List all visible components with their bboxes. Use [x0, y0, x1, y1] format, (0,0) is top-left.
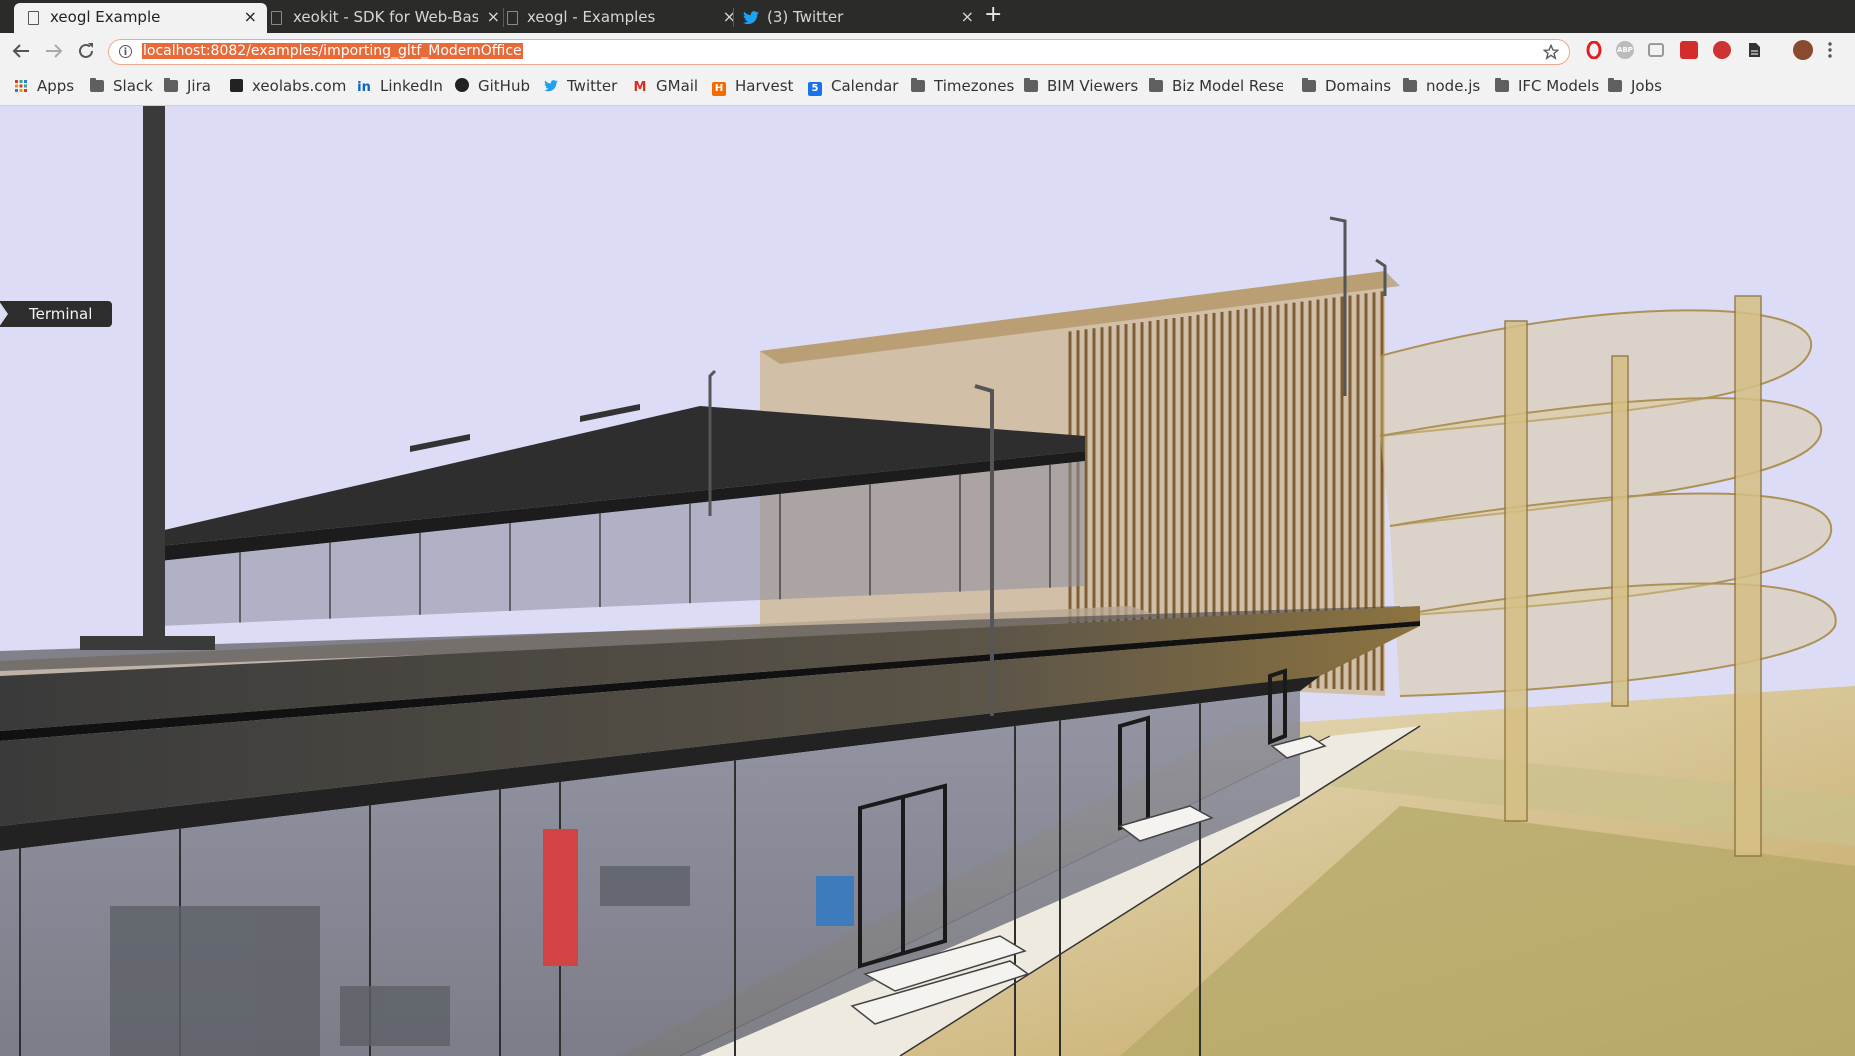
bookmark-github[interactable]: GitHub — [455, 77, 530, 95]
bookmark-biz-model-research[interactable]: Biz Model Resea — [1149, 77, 1283, 95]
page-icon — [271, 11, 282, 25]
new-tab-button[interactable]: + — [984, 2, 1002, 27]
calendar-icon: 5 — [808, 82, 822, 96]
forward-arrow-icon[interactable] — [45, 43, 63, 59]
bookmark-label: Jobs — [1631, 77, 1662, 95]
bookmark-timezones[interactable]: Timezones — [911, 77, 1014, 95]
back-arrow-icon[interactable] — [12, 43, 30, 59]
bookmark-label: xeolabs.com — [252, 77, 347, 95]
page-icon — [507, 11, 518, 25]
tab-twitter[interactable]: (3) Twitter × — [731, 3, 984, 33]
bookmark-label: Biz Model Resea — [1172, 77, 1283, 95]
bookmark-jira[interactable]: Jira — [164, 77, 211, 95]
linkedin-icon: in — [357, 80, 371, 95]
bookmark-calendar[interactable]: 5 Calendar — [808, 77, 898, 96]
image-icon[interactable] — [1648, 43, 1664, 57]
tab-title: (3) Twitter — [767, 8, 844, 26]
3d-viewer-canvas[interactable]: Terminal — [0, 106, 1855, 1056]
gmail-icon: M — [633, 80, 647, 95]
bookmark-label: Harvest — [735, 77, 794, 95]
bookmark-label: Slack — [113, 77, 153, 95]
url-text[interactable]: localhost:8082/examples/importing_gltf_M… — [142, 43, 523, 59]
bookmark-label: GitHub — [478, 77, 530, 95]
bookmark-domains[interactable]: Domains — [1302, 77, 1391, 95]
bookmark-label: Jira — [187, 77, 211, 95]
adblock-icon[interactable]: ABP — [1616, 41, 1634, 59]
bookmarks-bar: Apps Slack Jira xeolabs.com in LinkedIn G… — [0, 73, 1855, 101]
bookmark-label: BIM Viewers — [1047, 77, 1139, 95]
tab-xeogl-examples[interactable]: xeogl - Examples × — [493, 3, 746, 33]
bookmark-harvest[interactable]: H Harvest — [712, 77, 793, 96]
bookmark-twitter[interactable]: Twitter — [544, 77, 617, 95]
tab-xeogl-example[interactable]: xeogl Example × — [14, 3, 267, 33]
document-icon[interactable] — [1745, 41, 1763, 59]
tab-title: xeogl - Examples — [527, 8, 656, 26]
browser-tab-strip: xeogl Example × xeokit - SDK for Web-Bas… — [0, 0, 1855, 33]
bookmark-label: Apps — [37, 77, 75, 95]
bookmark-label: Timezones — [934, 77, 1015, 95]
office-building-scene — [0, 106, 1855, 1056]
folder-icon — [1302, 78, 1316, 92]
bookmark-star-icon[interactable] — [1543, 44, 1559, 60]
terminal-button[interactable]: Terminal — [0, 301, 112, 327]
github-icon — [455, 78, 469, 92]
menu-kebab-icon[interactable] — [1826, 41, 1834, 59]
folder-icon — [1608, 78, 1622, 92]
bookmark-xeolabs[interactable]: xeolabs.com — [230, 77, 346, 95]
tab-xeokit-sdk[interactable]: xeokit - SDK for Web-Based × — [257, 3, 510, 33]
folder-icon — [1149, 78, 1163, 92]
folder-icon — [1403, 78, 1417, 92]
reload-icon[interactable] — [77, 42, 95, 60]
xeolabs-icon — [230, 79, 243, 92]
bookmark-ifc-models[interactable]: IFC Models — [1495, 77, 1599, 95]
browser-toolbar: i localhost:8082/examples/importing_gltf… — [0, 33, 1855, 106]
address-bar[interactable]: i localhost:8082/examples/importing_gltf… — [108, 39, 1570, 65]
bookmark-label: LinkedIn — [380, 77, 443, 95]
extension-red-icon[interactable] — [1680, 41, 1698, 59]
bookmark-label: IFC Models — [1518, 77, 1600, 95]
close-tab-icon[interactable]: × — [244, 7, 257, 26]
tab-title: xeogl Example — [50, 8, 161, 26]
folder-icon — [90, 78, 104, 92]
bookmark-jobs[interactable]: Jobs — [1608, 77, 1662, 95]
folder-icon — [1024, 78, 1038, 92]
bookmark-label: Domains — [1325, 77, 1392, 95]
bookmark-apps[interactable]: Apps — [14, 77, 74, 95]
bookmark-label: Calendar — [831, 77, 899, 95]
folder-icon — [1495, 78, 1509, 92]
close-tab-icon[interactable]: × — [961, 7, 974, 26]
twitter-icon — [743, 11, 759, 25]
extension-globe-icon[interactable] — [1713, 41, 1731, 59]
bookmark-linkedin[interactable]: in LinkedIn — [357, 77, 443, 95]
bookmark-nodejs[interactable]: node.js — [1403, 77, 1480, 95]
tab-title: xeokit - SDK for Web-Based — [293, 8, 478, 26]
page-icon — [28, 11, 39, 25]
bookmark-label: Twitter — [567, 77, 618, 95]
bookmark-gmail[interactable]: M GMail — [633, 77, 699, 95]
info-icon[interactable]: i — [119, 45, 132, 58]
twitter-icon — [544, 80, 558, 92]
folder-icon — [164, 78, 178, 92]
folder-icon — [911, 78, 925, 92]
bookmark-label: GMail — [656, 77, 699, 95]
bookmark-slack[interactable]: Slack — [90, 77, 153, 95]
profile-avatar[interactable] — [1793, 40, 1813, 60]
bookmark-label: node.js — [1426, 77, 1481, 95]
bookmark-bim-viewers[interactable]: BIM Viewers — [1024, 77, 1138, 95]
apps-grid-icon — [15, 80, 27, 92]
terminal-label: Terminal — [29, 305, 93, 323]
harvest-icon: H — [712, 82, 726, 96]
opera-icon[interactable] — [1585, 41, 1603, 59]
